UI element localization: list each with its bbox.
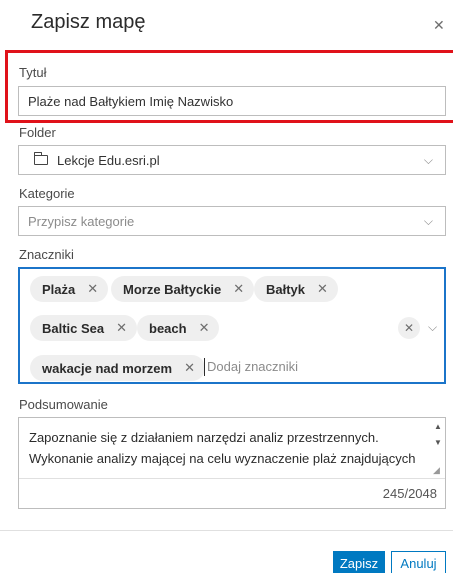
- remove-tag-icon[interactable]: ✕: [199, 320, 210, 336]
- folder-select-value: Lekcje Edu.esri.pl: [57, 152, 160, 168]
- tag-label: beach: [149, 320, 187, 336]
- category-placeholder: Przypisz kategorie: [28, 213, 135, 229]
- remove-tag-icon[interactable]: ✕: [87, 281, 98, 297]
- remove-tag-icon[interactable]: ✕: [184, 360, 195, 376]
- cancel-button[interactable]: Anuluj: [391, 551, 446, 573]
- footer-divider: [0, 530, 453, 531]
- remove-tag-icon[interactable]: ✕: [317, 281, 328, 297]
- close-icon[interactable]: ✕: [433, 17, 445, 34]
- category-label: Kategorie: [19, 186, 75, 201]
- tags-input[interactable]: Dodaj znaczniki: [204, 358, 298, 376]
- scroll-down-icon[interactable]: ▼: [434, 438, 442, 447]
- tag-chip[interactable]: wakacje nad morzem ✕: [30, 355, 205, 381]
- summary-divider: [19, 478, 445, 479]
- remove-tag-icon[interactable]: ✕: [116, 320, 127, 336]
- category-select[interactable]: Przypisz kategorie ⌵: [18, 206, 446, 236]
- title-input-value: Plaże nad Bałtykiem Imię Nazwisko: [28, 93, 234, 109]
- chevron-down-icon[interactable]: ⌵: [428, 320, 437, 335]
- tag-chip[interactable]: Plaża ✕: [30, 276, 109, 302]
- tag-chip[interactable]: Baltic Sea ✕: [30, 315, 138, 341]
- title-label: Tytuł: [19, 65, 47, 80]
- resize-grip-icon[interactable]: ◢: [433, 465, 440, 476]
- folder-label: Folder: [19, 125, 56, 140]
- tag-chip[interactable]: beach ✕: [137, 315, 220, 341]
- chevron-down-icon: ⌵: [423, 214, 433, 228]
- chevron-down-icon: ⌵: [423, 153, 433, 167]
- tags-label: Znaczniki: [19, 247, 74, 262]
- tag-label: wakacje nad morzem: [42, 360, 173, 376]
- tag-label: Plaża: [42, 281, 76, 297]
- tag-label: Morze Bałtyckie: [123, 281, 222, 297]
- summary-textarea[interactable]: Zapoznanie się z działaniem narzędzi ana…: [18, 417, 446, 509]
- summary-scrollbar[interactable]: ▲ ▼ ◢: [433, 422, 443, 476]
- tag-label: Bałtyk: [266, 281, 306, 297]
- tag-label: Baltic Sea: [42, 320, 105, 336]
- scroll-up-icon[interactable]: ▲: [434, 422, 442, 431]
- folder-icon: [34, 152, 48, 165]
- dialog-title: Zapisz mapę: [31, 11, 146, 33]
- folder-select[interactable]: Lekcje Edu.esri.pl ⌵: [18, 145, 446, 175]
- tag-chip[interactable]: Bałtyk ✕: [254, 276, 338, 302]
- remove-tag-icon[interactable]: ✕: [233, 281, 244, 297]
- summary-text[interactable]: Zapoznanie się z działaniem narzędzi ana…: [19, 418, 435, 478]
- tags-field[interactable]: Plaża ✕ Morze Bałtyckie ✕ Bałtyk ✕ Baltic S…: [18, 267, 446, 384]
- summary-label: Podsumowanie: [19, 397, 108, 412]
- save-button[interactable]: Zapisz: [333, 551, 385, 573]
- tag-chip[interactable]: Morze Bałtyckie ✕: [111, 276, 255, 302]
- character-counter: 245/2048: [382, 486, 437, 501]
- clear-tags-icon[interactable]: ✕: [398, 317, 420, 339]
- title-input[interactable]: Plaże nad Bałtykiem Imię Nazwisko: [18, 86, 446, 116]
